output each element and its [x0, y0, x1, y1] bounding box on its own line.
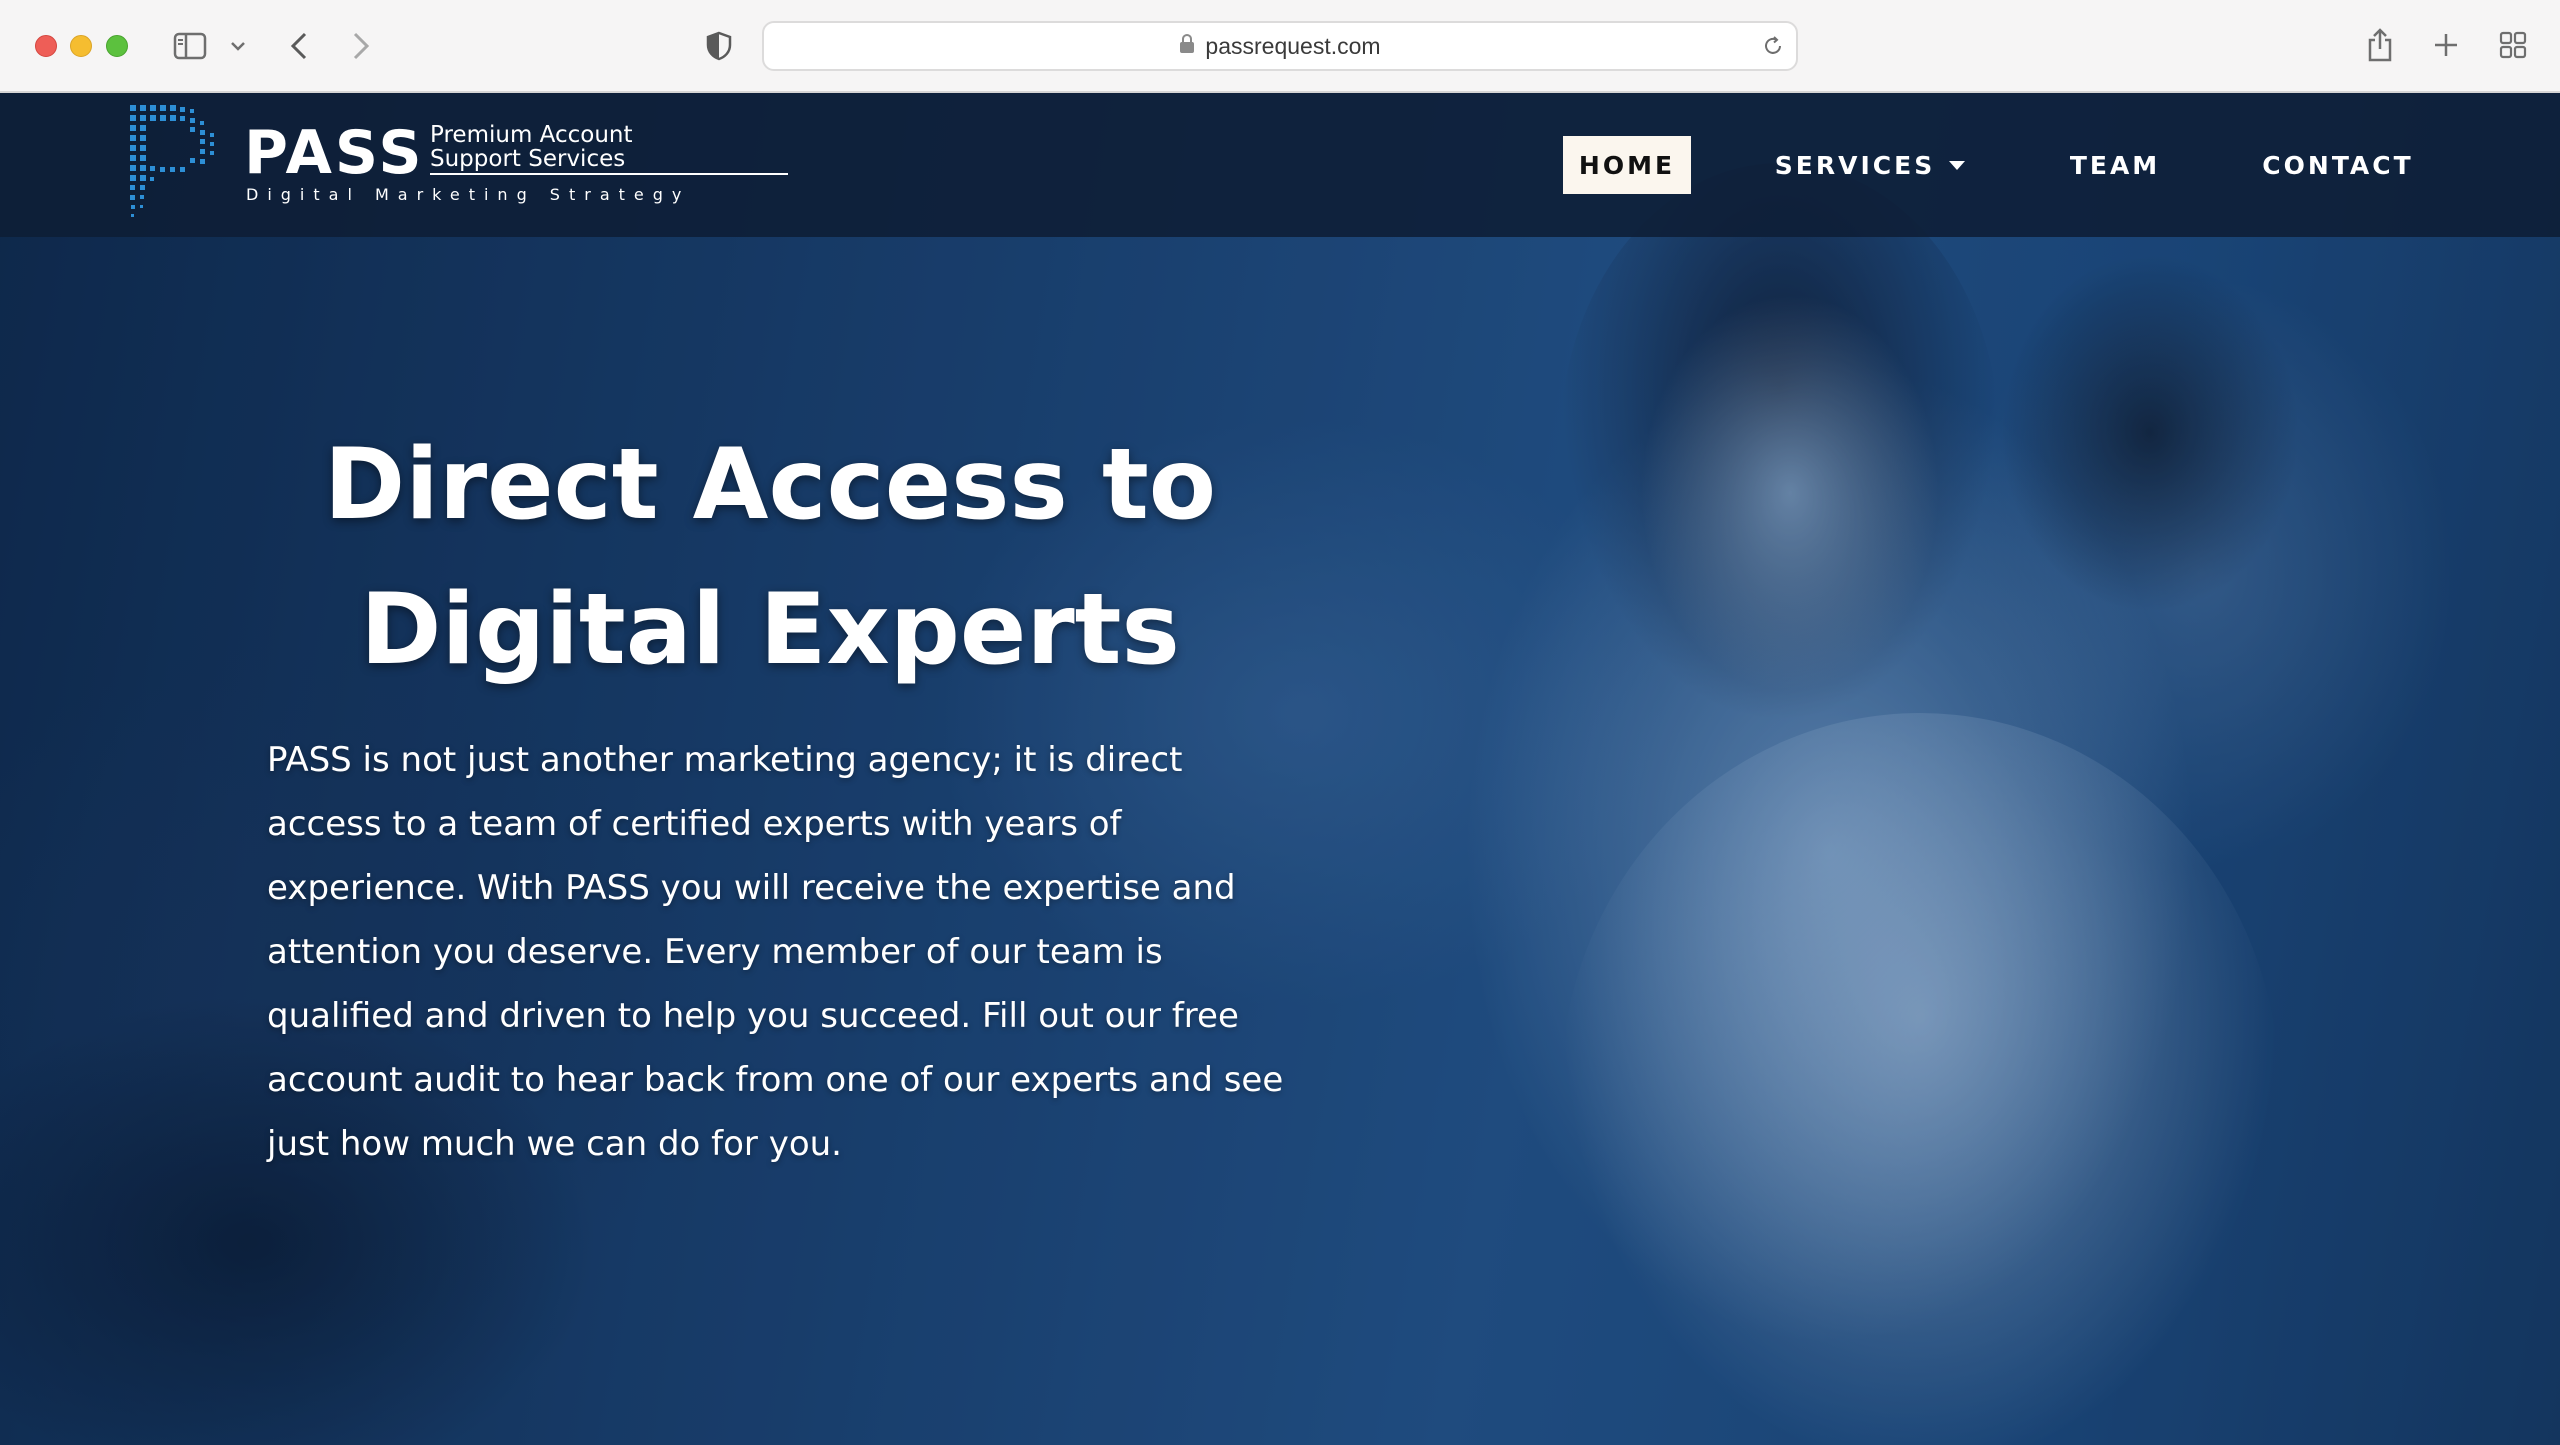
- logo-subtitle-line1: Premium Account: [430, 122, 633, 148]
- chevron-down-icon[interactable]: [228, 36, 248, 56]
- site-header: PASS Premium Account Support Services Di…: [0, 93, 2560, 237]
- hero-title-line1: Direct Access to: [323, 428, 1217, 542]
- hero-title: Direct Access to Digital Experts: [240, 413, 1300, 703]
- lock-icon: [1179, 33, 1195, 59]
- hero-title-line2: Digital Experts: [360, 573, 1180, 687]
- back-arrow-icon[interactable]: [284, 28, 314, 64]
- nav-home-label: HOME: [1578, 150, 1676, 180]
- new-tab-icon[interactable]: [2430, 28, 2462, 62]
- logo-tagline: Digital Marketing Strategy: [246, 185, 691, 204]
- nav-team-label: TEAM: [2069, 150, 2161, 180]
- address-bar[interactable]: passrequest.com: [762, 21, 1798, 71]
- pass-logo[interactable]: PASS Premium Account Support Services Di…: [128, 103, 788, 228]
- tab-overview-icon[interactable]: [2496, 28, 2530, 62]
- nav-home[interactable]: HOME: [1563, 136, 1691, 194]
- privacy-shield-icon[interactable]: [704, 28, 734, 64]
- logo-wordmark: PASS: [244, 118, 425, 188]
- sidebar-toggle-icon[interactable]: [172, 28, 208, 64]
- forward-arrow-icon[interactable]: [346, 28, 376, 64]
- close-window-button[interactable]: [35, 35, 57, 57]
- logo-subtitle-line2: Support Services: [430, 146, 626, 172]
- pass-logo-mark-icon: [130, 105, 214, 217]
- hero-description: PASS is not just another marketing agenc…: [267, 740, 1284, 1164]
- share-icon[interactable]: [2364, 26, 2396, 64]
- nav-contact[interactable]: CONTACT: [2260, 136, 2416, 194]
- nav-services[interactable]: SERVICES: [1770, 136, 1970, 194]
- nav-team[interactable]: TEAM: [2060, 136, 2170, 194]
- url-text: passrequest.com: [1205, 32, 1381, 59]
- reload-icon[interactable]: [1762, 35, 1784, 62]
- nav-contact-label: CONTACT: [2262, 150, 2414, 180]
- web-page: PASS Premium Account Support Services Di…: [0, 93, 2560, 1445]
- caret-down-icon: [1949, 160, 1966, 170]
- minimize-window-button[interactable]: [70, 35, 92, 57]
- browser-toolbar: passrequest.com: [0, 0, 2560, 93]
- zoom-window-button[interactable]: [106, 35, 128, 57]
- nav-services-label: SERVICES: [1774, 150, 1936, 180]
- logo-divider: [430, 173, 788, 175]
